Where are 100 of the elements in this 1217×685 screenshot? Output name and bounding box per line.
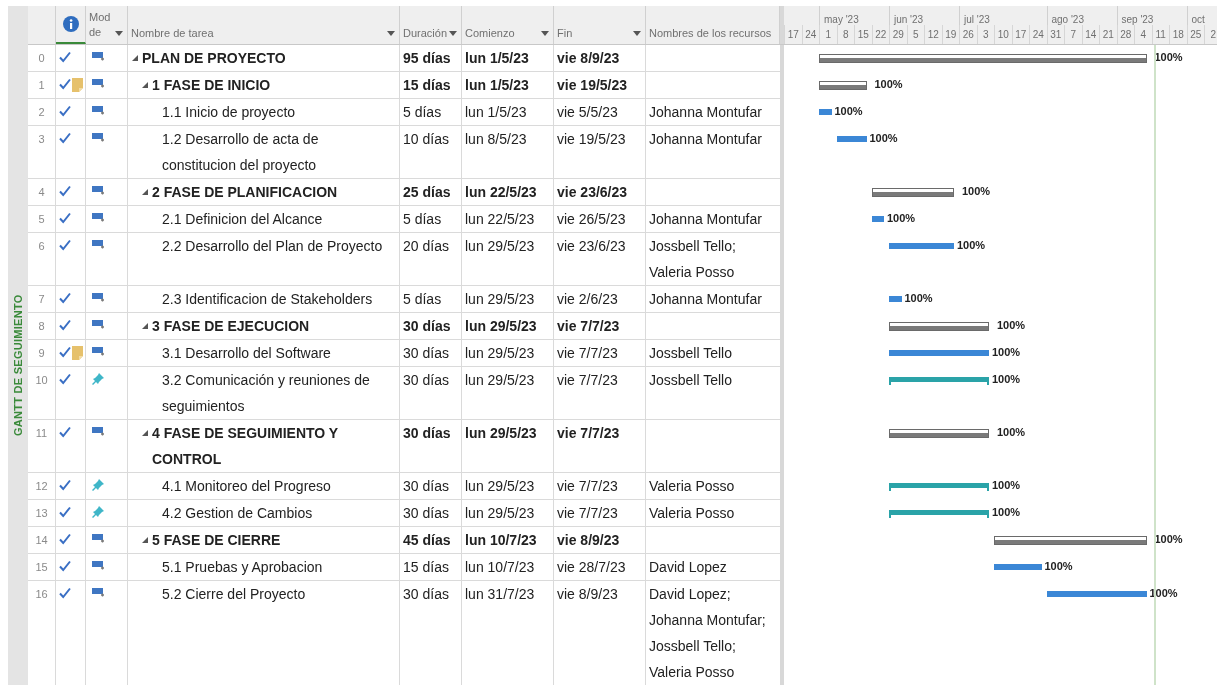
week-label: 24 bbox=[1032, 27, 1044, 42]
progress-label: 100% bbox=[869, 131, 898, 145]
task-name: 5 FASE DE CIERRE bbox=[152, 531, 281, 550]
date-cell-text: lun 29/5/23 bbox=[465, 237, 536, 256]
week-label: 25 bbox=[1190, 27, 1202, 42]
duration-cell-text: 5 días bbox=[403, 210, 443, 229]
date-cell-text: vie 8/9/23 bbox=[557, 49, 621, 68]
date-cell-text: vie 7/7/23 bbox=[557, 371, 619, 390]
column-header: Duración bbox=[403, 26, 448, 40]
task-name: 4.1 Monitoreo del Progreso bbox=[162, 477, 331, 496]
progress-label: 100% bbox=[962, 184, 991, 198]
week-label: 24 bbox=[805, 27, 817, 42]
row-number: 9 bbox=[38, 346, 45, 361]
date-cell-text: lun 29/5/23 bbox=[465, 477, 536, 496]
resource-names: Johanna Montufar bbox=[649, 103, 763, 122]
task-name: 3.2 Comunicación y reuniones de seguimientos bbox=[162, 371, 371, 416]
progress-label: 100% bbox=[874, 77, 903, 91]
task-name: 1 FASE DE INICIO bbox=[152, 76, 271, 95]
row-number: 6 bbox=[38, 239, 45, 254]
resource-names: Jossbell Tello bbox=[649, 344, 733, 363]
date-cell-text: vie 2/6/23 bbox=[557, 290, 619, 309]
row-number: 15 bbox=[35, 560, 48, 575]
resource-names: Johanna Montufar bbox=[649, 210, 763, 229]
date-cell-text: vie 26/5/23 bbox=[557, 210, 627, 229]
resource-names: Jossbell Tello; Valeria Posso bbox=[649, 237, 737, 282]
row-number: 13 bbox=[35, 506, 48, 521]
resource-names: Valeria Posso bbox=[649, 504, 736, 523]
progress-label: 100% bbox=[992, 478, 1021, 492]
week-label: 1 bbox=[825, 27, 832, 42]
week-label: 14 bbox=[1085, 27, 1097, 42]
week-label: 29 bbox=[892, 27, 904, 42]
month-label: sep '23 bbox=[1121, 14, 1154, 25]
week-label: 26 bbox=[962, 27, 974, 42]
week-label: 8 bbox=[842, 27, 849, 42]
date-cell-text: vie 8/9/23 bbox=[557, 531, 621, 550]
task-name: 3 FASE DE EJECUCION bbox=[152, 317, 310, 336]
date-cell-text: vie 19/5/23 bbox=[557, 76, 629, 95]
week-label: 5 bbox=[912, 27, 919, 42]
row-number: 2 bbox=[38, 105, 45, 120]
week-label: 2 bbox=[1210, 27, 1217, 42]
progress-label: 100% bbox=[904, 291, 933, 305]
date-cell-text: lun 29/5/23 bbox=[465, 371, 536, 390]
row-number: 11 bbox=[35, 426, 48, 441]
duration-cell-text: 20 días bbox=[403, 237, 450, 256]
resource-names: David Lopez; Johanna Montufar; Jossbell Tello; Valeria Posso bbox=[649, 585, 767, 682]
row-number: 16 bbox=[35, 587, 48, 602]
week-label: 18 bbox=[1172, 27, 1184, 42]
row-number: 5 bbox=[38, 212, 45, 227]
progress-label: 100% bbox=[992, 372, 1021, 386]
date-cell-text: lun 8/5/23 bbox=[465, 130, 528, 149]
task-name: 4.2 Gestion de Cambios bbox=[162, 504, 313, 523]
progress-label: 100% bbox=[887, 211, 916, 225]
duration-cell-text: 30 días bbox=[403, 317, 452, 336]
progress-label: 100% bbox=[997, 425, 1026, 439]
date-cell-text: vie 7/7/23 bbox=[557, 477, 619, 496]
date-cell-text: lun 29/5/23 bbox=[465, 424, 538, 443]
date-cell-text: lun 29/5/23 bbox=[465, 290, 536, 309]
progress-label: 100% bbox=[997, 318, 1026, 332]
week-label: 15 bbox=[857, 27, 869, 42]
task-name: 4 FASE DE SEGUIMIENTO Y CONTROL bbox=[152, 424, 339, 469]
date-cell-text: vie 7/7/23 bbox=[557, 344, 619, 363]
week-label: 22 bbox=[875, 27, 887, 42]
duration-cell-text: 30 días bbox=[403, 585, 450, 604]
date-cell-text: vie 19/5/23 bbox=[557, 130, 627, 149]
week-label: 21 bbox=[1102, 27, 1114, 42]
progress-label: 100% bbox=[1154, 50, 1183, 64]
progress-label: 100% bbox=[1044, 559, 1073, 573]
duration-cell-text: 30 días bbox=[403, 371, 450, 390]
resource-names: Jossbell Tello bbox=[649, 371, 733, 390]
task-name: 1.1 Inicio de proyecto bbox=[162, 103, 296, 122]
task-name: 3.1 Desarrollo del Software bbox=[162, 344, 331, 363]
progress-label: 100% bbox=[1149, 586, 1178, 600]
week-label: 11 bbox=[1155, 27, 1166, 42]
week-label: 3 bbox=[982, 27, 989, 42]
column-header: Mod de bbox=[89, 10, 112, 40]
month-label: oct bbox=[1191, 14, 1205, 25]
date-cell-text: lun 1/5/23 bbox=[465, 76, 530, 95]
duration-cell-text: 45 días bbox=[403, 531, 452, 550]
task-name: 5.1 Pruebas y Aprobacion bbox=[162, 558, 323, 577]
month-label: may '23 bbox=[824, 14, 859, 25]
date-cell-text: lun 31/7/23 bbox=[465, 585, 536, 604]
date-cell-text: lun 10/7/23 bbox=[465, 531, 538, 550]
date-cell-text: lun 29/5/23 bbox=[465, 504, 536, 523]
column-header: Nombres de los recursos bbox=[649, 26, 772, 40]
row-number: 7 bbox=[38, 292, 45, 307]
row-number: 4 bbox=[38, 185, 45, 200]
week-label: 17 bbox=[1015, 27, 1027, 42]
date-cell-text: vie 7/7/23 bbox=[557, 424, 621, 443]
date-cell-text: vie 28/7/23 bbox=[557, 558, 627, 577]
week-label: 7 bbox=[1070, 27, 1077, 42]
week-label: 28 bbox=[1120, 27, 1132, 42]
progress-label: 100% bbox=[1154, 532, 1183, 546]
column-header: Fin bbox=[557, 26, 573, 40]
task-name: 2 FASE DE PLANIFICACION bbox=[152, 183, 338, 202]
date-cell-text: lun 10/7/23 bbox=[465, 558, 536, 577]
progress-label: 100% bbox=[992, 505, 1021, 519]
date-cell-text: vie 5/5/23 bbox=[557, 103, 619, 122]
row-number: 12 bbox=[35, 479, 48, 494]
date-cell-text: lun 29/5/23 bbox=[465, 344, 536, 363]
progress-label: 100% bbox=[834, 104, 863, 118]
